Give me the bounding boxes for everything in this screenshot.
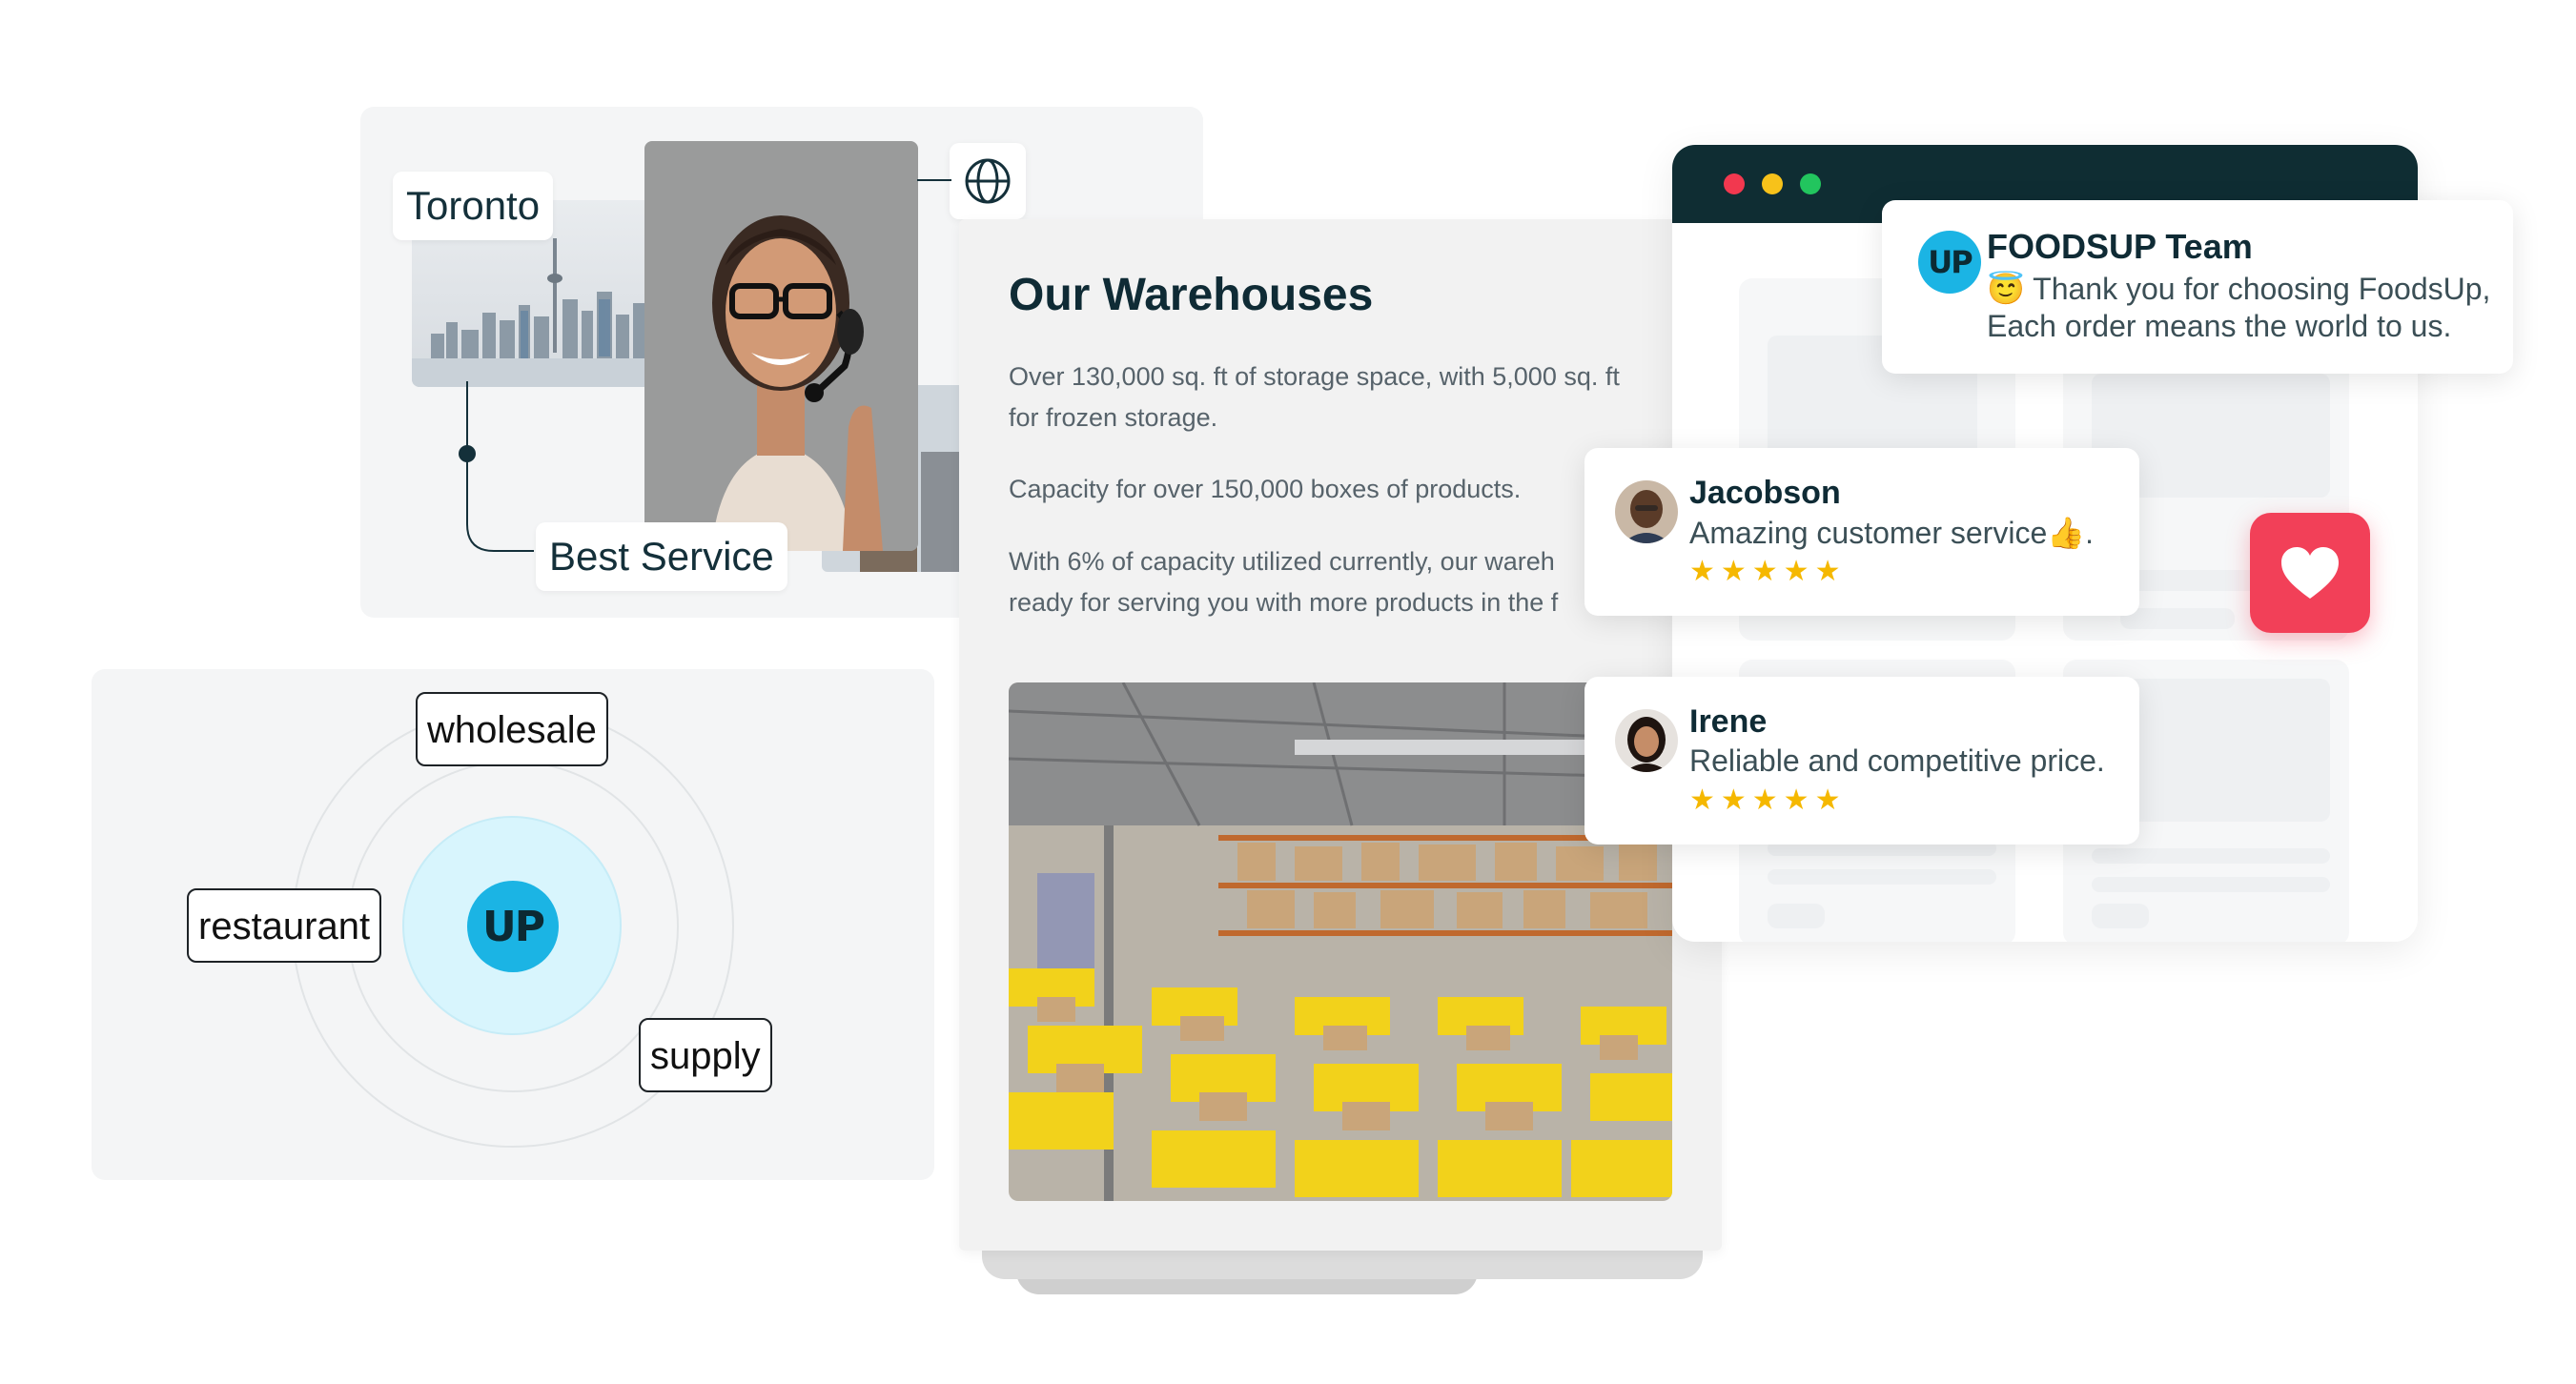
- heart-icon: [2281, 547, 2339, 599]
- support-agent-photo: [644, 141, 918, 551]
- placeholder-pill: [2092, 904, 2149, 928]
- placeholder-line: [1768, 869, 1996, 885]
- heart-button[interactable]: [2250, 513, 2370, 633]
- connector-line: [917, 179, 951, 181]
- best-service-tag: Best Service: [536, 522, 787, 591]
- maximize-dot[interactable]: [1800, 173, 1821, 194]
- team-message-card: UP FOODSUP Team 😇 Thank you for choosing…: [1882, 200, 2513, 374]
- city-tag: Toronto: [393, 172, 554, 240]
- review-text: Reliable and competitive price.: [1689, 743, 2105, 778]
- reviewer-name: Irene: [1689, 703, 1768, 740]
- warehouse-desc-line1: Over 130,000 sq. ft of storage space, wi…: [1009, 362, 1620, 391]
- star-rating: ★★★★★: [1689, 556, 1847, 587]
- team-name: FOODSUP Team: [1987, 227, 2253, 266]
- foodsup-logo: UP: [467, 881, 559, 972]
- close-dot[interactable]: [1724, 173, 1745, 194]
- review-card: Jacobson Amazing customer service👍. ★★★★…: [1584, 448, 2139, 616]
- warehouse-title: Our Warehouses: [1009, 270, 1374, 320]
- minimize-dot[interactable]: [1762, 173, 1783, 194]
- placeholder-line: [2092, 877, 2330, 892]
- reviewer-name: Jacobson: [1689, 475, 1841, 511]
- review-text: Amazing customer service👍.: [1689, 516, 2094, 550]
- segment-supply[interactable]: supply: [639, 1018, 772, 1092]
- reviewer-avatar: [1615, 480, 1678, 543]
- placeholder-line: [2092, 848, 2330, 864]
- team-message-line1: 😇 Thank you for choosing FoodsUp,: [1987, 272, 2491, 306]
- star-rating: ★★★★★: [1689, 784, 1847, 816]
- segment-wholesale[interactable]: wholesale: [416, 692, 608, 766]
- foodsup-logo: UP: [1918, 231, 1981, 294]
- placeholder-pill: [1768, 904, 1825, 928]
- team-message-line2: Each order means the world to us.: [1987, 309, 2452, 343]
- placeholder-line: [2120, 608, 2235, 629]
- reviewer-avatar: [1615, 709, 1678, 772]
- warehouse-desc-line2: for frozen storage.: [1009, 403, 1218, 432]
- globe-icon[interactable]: [950, 143, 1026, 219]
- review-card: Irene Reliable and competitive price. ★★…: [1584, 677, 2139, 845]
- connector-path: [459, 381, 534, 552]
- warehouse-photo: [1009, 682, 1672, 1201]
- segment-restaurant[interactable]: restaurant: [187, 888, 382, 963]
